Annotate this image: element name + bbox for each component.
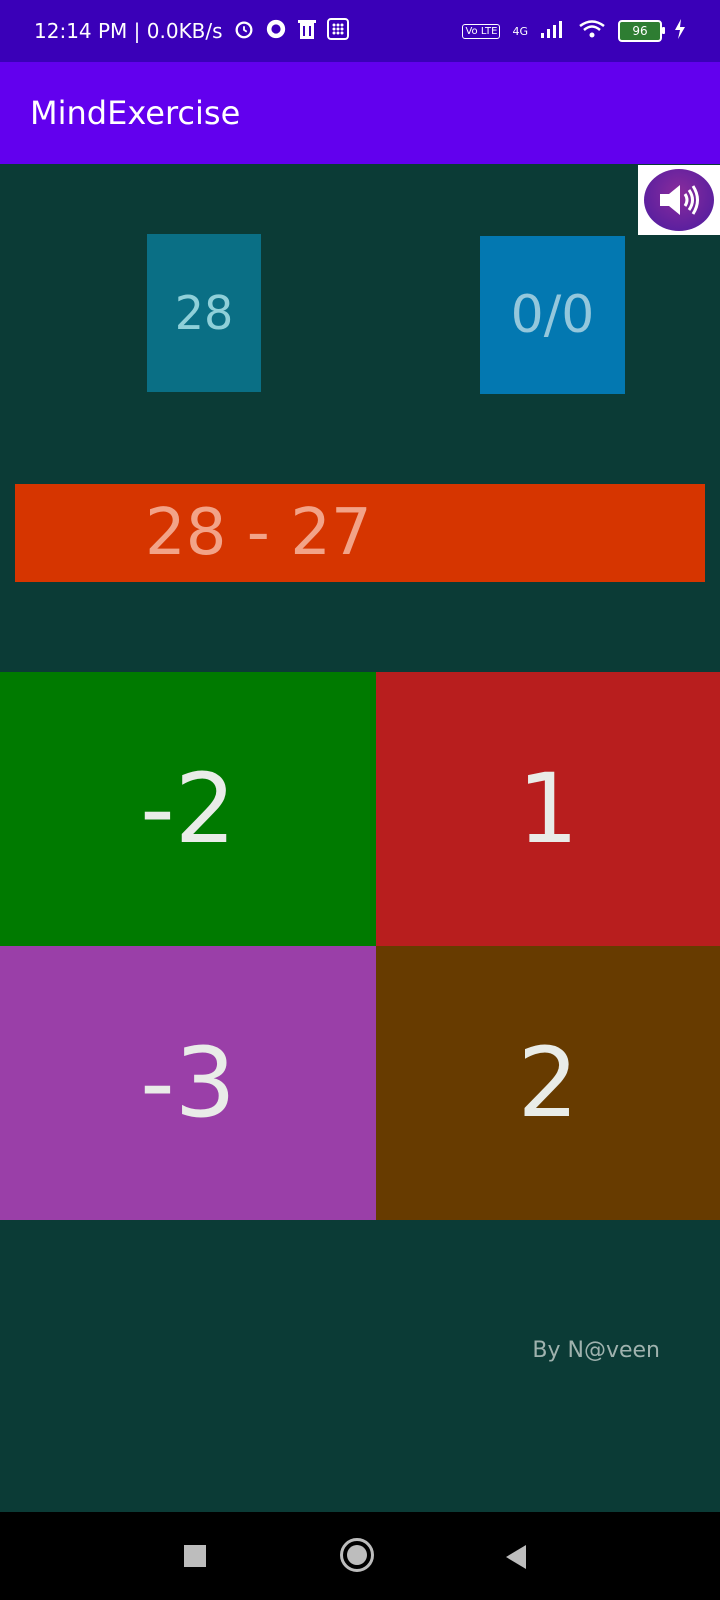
status-time-speed: 12:14 PM | 0.0KB/s bbox=[34, 19, 223, 43]
grid-icon bbox=[326, 17, 349, 45]
sound-toggle-button[interactable] bbox=[638, 165, 720, 235]
trash-icon bbox=[297, 18, 317, 45]
recents-button[interactable] bbox=[184, 1545, 206, 1567]
back-button[interactable] bbox=[506, 1545, 526, 1569]
answer-button-1[interactable]: -2 bbox=[0, 672, 376, 946]
alarm-icon bbox=[233, 18, 255, 45]
volte-icon: Vo LTE bbox=[462, 23, 501, 39]
notification-icons bbox=[233, 17, 349, 45]
question-bar: 28 - 27 bbox=[15, 484, 705, 582]
answer-button-4[interactable]: 2 bbox=[376, 946, 720, 1220]
app-bar: MindExercise bbox=[0, 62, 720, 164]
status-right: Vo LTE 4G 96 bbox=[462, 0, 686, 62]
question-text: 28 - 27 bbox=[145, 496, 372, 570]
home-icon bbox=[347, 1545, 367, 1565]
credit-text: By N@veen bbox=[532, 1338, 660, 1363]
app-title: MindExercise bbox=[30, 94, 241, 132]
battery-icon: 96 bbox=[618, 20, 665, 42]
home-button[interactable] bbox=[340, 1538, 374, 1572]
status-bar: 12:14 PM | 0.0KB/s Vo LTE 4G 96 bbox=[0, 0, 720, 62]
charging-icon bbox=[674, 19, 686, 43]
answer-button-3[interactable]: -3 bbox=[0, 946, 376, 1220]
timer-display: 28 bbox=[147, 234, 261, 392]
network-label: 4G bbox=[512, 24, 528, 38]
app-icon bbox=[265, 18, 287, 45]
answer-button-2[interactable]: 1 bbox=[376, 672, 720, 946]
score-display: 0/0 bbox=[480, 236, 625, 394]
status-left: 12:14 PM | 0.0KB/s bbox=[34, 0, 349, 62]
signal-icon bbox=[540, 19, 566, 43]
speaker-icon bbox=[644, 169, 714, 231]
wifi-icon bbox=[578, 19, 606, 43]
